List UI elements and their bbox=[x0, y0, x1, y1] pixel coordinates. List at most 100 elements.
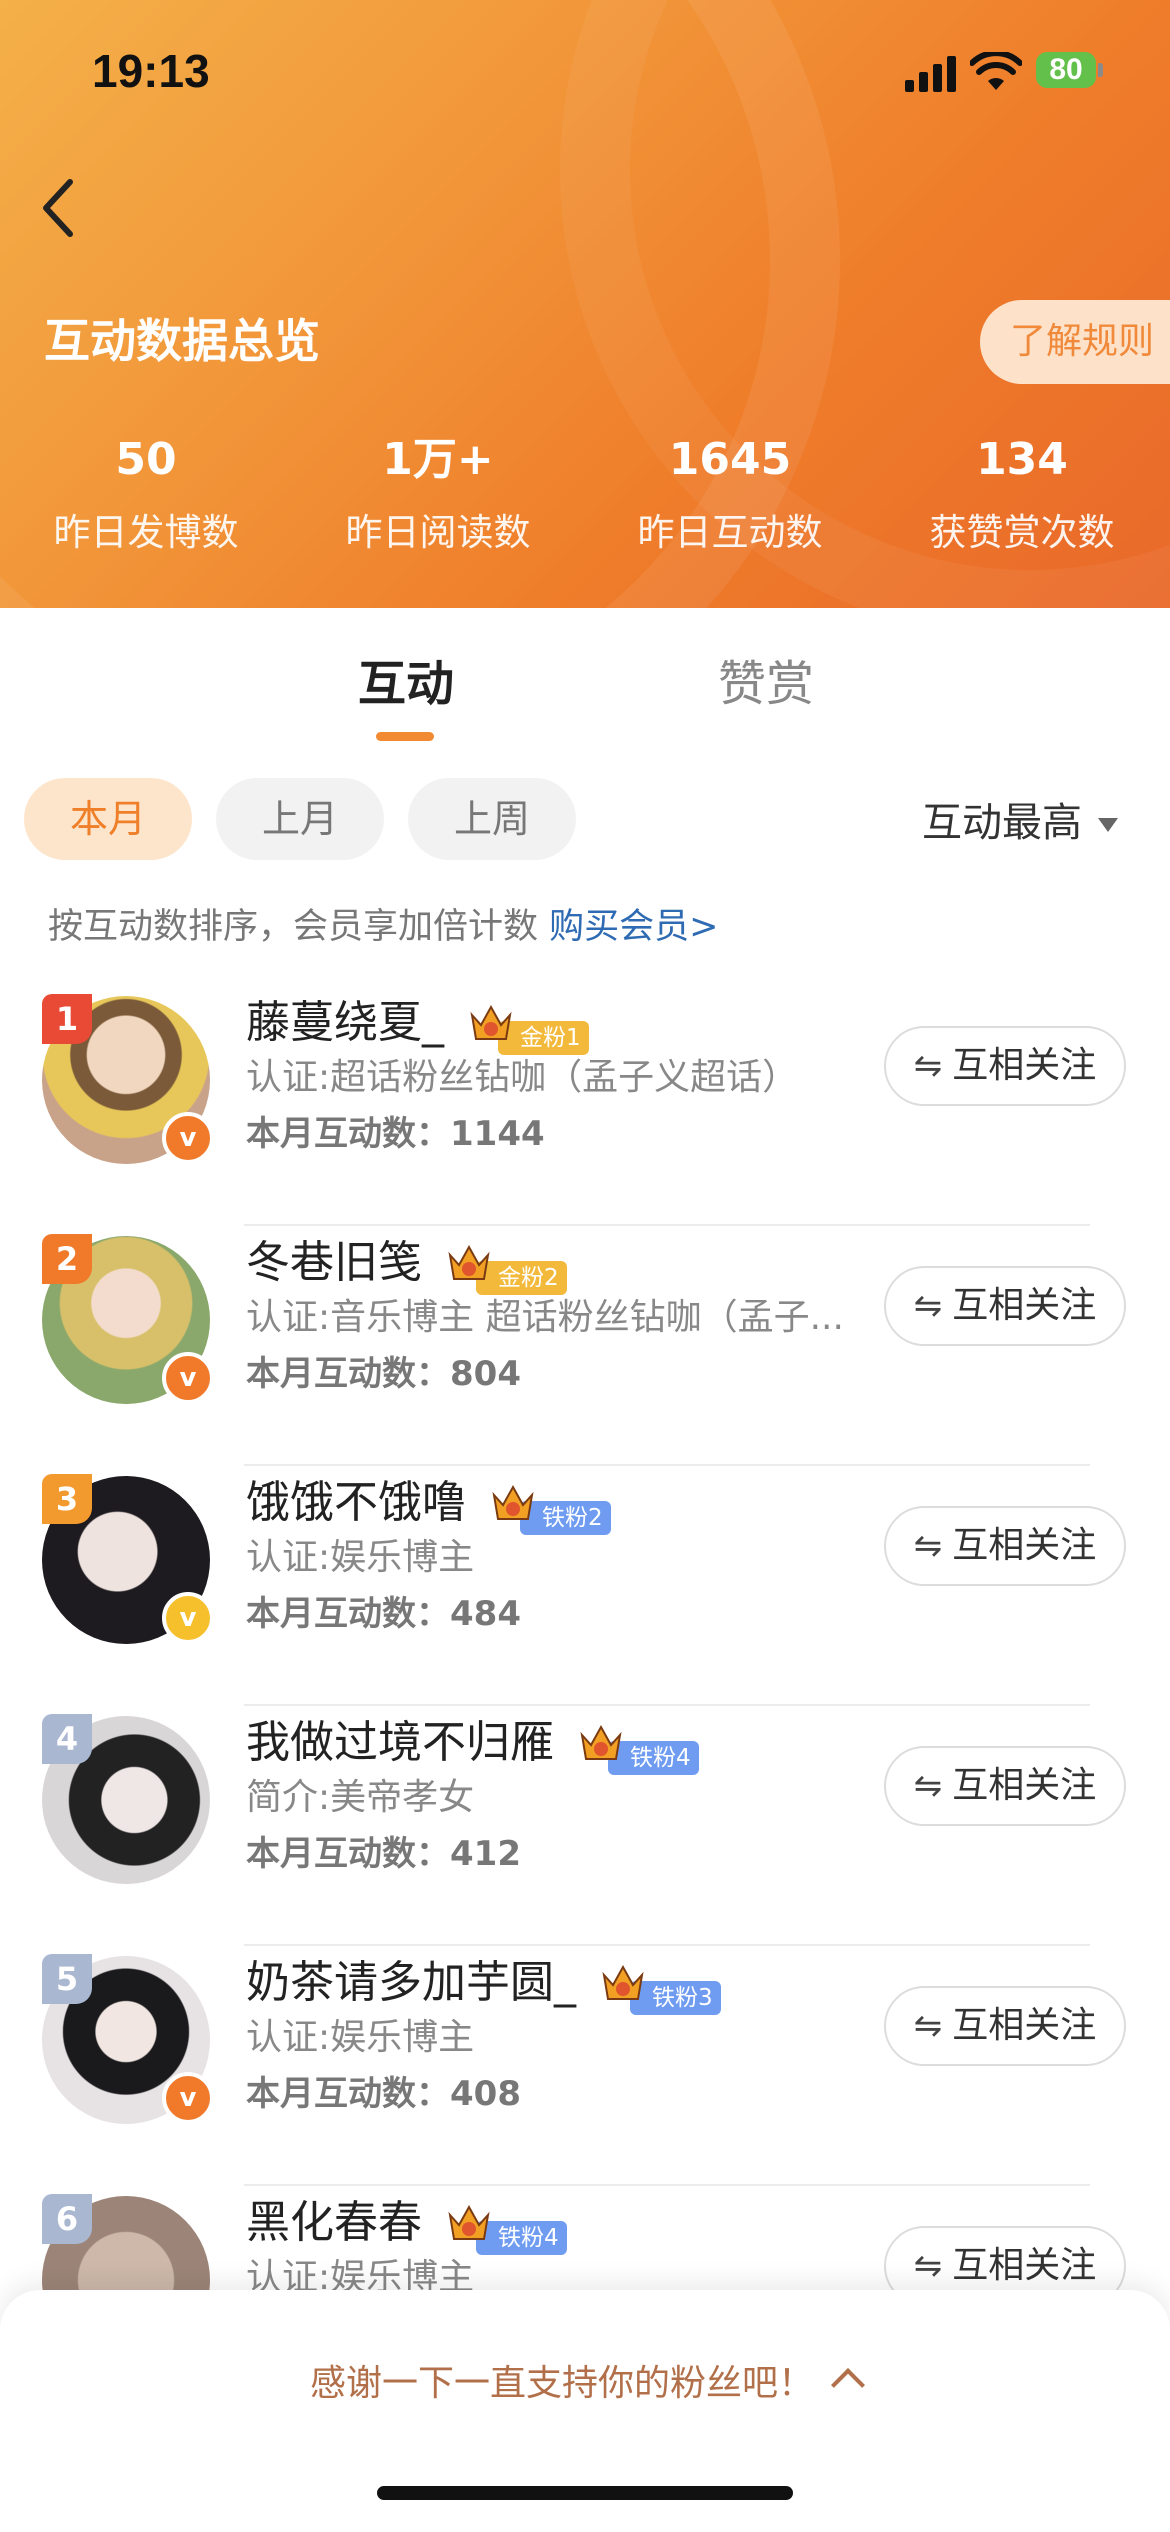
verified-badge-icon: v bbox=[162, 1352, 214, 1404]
mutual-follow-button[interactable]: ⇋ 互相关注 bbox=[884, 1026, 1126, 1106]
fan-name[interactable]: 饿饿不饿噜 bbox=[246, 1477, 466, 1528]
fan-level-badge: 金粉1 bbox=[468, 1004, 589, 1055]
back-arrow-icon[interactable] bbox=[30, 168, 90, 244]
status-time: 19:13 bbox=[92, 45, 210, 97]
fan-name-line: 藤蔓绕夏_ 金粉1 bbox=[246, 986, 589, 1055]
mutual-follow-button[interactable]: ⇋ 互相关注 bbox=[884, 1746, 1126, 1826]
swap-arrows-icon: ⇋ bbox=[913, 1766, 943, 1806]
swap-arrows-icon: ⇋ bbox=[913, 1526, 943, 1566]
fan-name[interactable]: 我做过境不归雁 bbox=[246, 1717, 554, 1768]
fan-name-line: 我做过境不归雁 铁粉4 bbox=[246, 1706, 699, 1775]
rank-badge: 5 bbox=[42, 1954, 92, 2004]
stat-posts: 50 昨日发博数 bbox=[0, 430, 292, 556]
filter-last-week[interactable]: 上周 bbox=[408, 778, 576, 860]
follow-label: 互相关注 bbox=[952, 1045, 1097, 1086]
verified-badge-icon: v bbox=[162, 1592, 214, 1644]
header-banner: 19:13 80 互动数据总览 了解规则 50 昨日发博数 1万+ 昨日阅读数 … bbox=[0, 0, 1170, 608]
fan-name-line: 冬巷旧笺 金粉2 bbox=[246, 1226, 567, 1295]
rank-badge: 2 bbox=[42, 1234, 92, 1284]
stat-label: 昨日互动数 bbox=[637, 511, 823, 554]
hint-text: 按互动数排序，会员享加倍计数 bbox=[48, 907, 550, 947]
verified-badge-icon: v bbox=[162, 1112, 214, 1164]
fan-level-badge: 金粉2 bbox=[446, 1244, 567, 1295]
fan-description: 认证:音乐博主 超话粉丝钻咖（孟子... bbox=[246, 1297, 844, 1338]
thank-fans-prompt[interactable]: 感谢一下一直支持你的粉丝吧！ bbox=[0, 2354, 1170, 2406]
cellular-signal-icon bbox=[905, 56, 957, 92]
fan-row[interactable]: 4 我做过境不归雁 铁粉4 简介:美帝孝女 本月互动数：412 ⇋ 互相关注 bbox=[0, 1706, 1170, 1946]
swap-arrows-icon: ⇋ bbox=[913, 2006, 943, 2046]
stat-value: 134 bbox=[976, 434, 1068, 485]
caret-down-icon bbox=[1098, 818, 1118, 832]
filter-this-month[interactable]: 本月 bbox=[24, 778, 192, 860]
fan-interaction-count: 本月互动数：412 bbox=[246, 1834, 521, 1874]
stat-interactions: 1645 昨日互动数 bbox=[584, 430, 876, 556]
fan-name[interactable]: 奶茶请多加芋圆_ bbox=[246, 1957, 576, 2008]
tab-indicator bbox=[376, 732, 434, 741]
rank-badge: 4 bbox=[42, 1714, 92, 1764]
fan-description: 认证:娱乐博主 bbox=[246, 2017, 475, 2058]
rules-button[interactable]: 了解规则 bbox=[980, 300, 1170, 384]
mutual-follow-button[interactable]: ⇋ 互相关注 bbox=[884, 1986, 1126, 2066]
crown-icon bbox=[580, 1724, 622, 1760]
status-bar: 19:13 80 bbox=[0, 0, 1170, 150]
fan-level-badge: 铁粉3 bbox=[600, 1964, 721, 2015]
tab-rewards[interactable]: 赞赏 bbox=[718, 644, 814, 714]
fan-interaction-count: 本月互动数：804 bbox=[246, 1354, 521, 1394]
rank-badge: 6 bbox=[42, 2194, 92, 2244]
filter-last-month[interactable]: 上月 bbox=[216, 778, 384, 860]
mutual-follow-button[interactable]: ⇋ 互相关注 bbox=[884, 1266, 1126, 1346]
crown-icon bbox=[448, 2204, 490, 2240]
stat-label: 昨日阅读数 bbox=[345, 511, 531, 554]
stat-label: 获赞赏次数 bbox=[929, 511, 1115, 554]
follow-label: 互相关注 bbox=[952, 1285, 1097, 1326]
fan-name-line: 奶茶请多加芋圆_ 铁粉3 bbox=[246, 1946, 721, 2015]
thank-fans-text: 感谢一下一直支持你的粉丝吧！ bbox=[309, 2363, 814, 2404]
stat-label: 昨日发博数 bbox=[53, 511, 239, 554]
mutual-follow-button[interactable]: ⇋ 互相关注 bbox=[884, 1506, 1126, 1586]
chevron-up-icon bbox=[831, 2368, 865, 2402]
follow-label: 互相关注 bbox=[952, 1765, 1097, 1806]
sort-dropdown[interactable]: 互动最高 bbox=[922, 790, 1118, 848]
fan-name[interactable]: 黑化春春 bbox=[246, 2197, 422, 2248]
crown-icon bbox=[492, 1484, 534, 1520]
fan-name[interactable]: 藤蔓绕夏_ bbox=[246, 997, 444, 1048]
tab-bar: 互动 赞赏 bbox=[0, 608, 1170, 748]
stat-value: 50 bbox=[115, 434, 177, 485]
stat-reads: 1万+ 昨日阅读数 bbox=[292, 430, 584, 556]
fan-name-line: 黑化春春 铁粉4 bbox=[246, 2186, 567, 2255]
fan-interaction-count: 本月互动数：1144 bbox=[246, 1114, 545, 1154]
fan-description: 认证:超话粉丝钻咖（孟子义超话） bbox=[246, 1057, 799, 1098]
tab-interaction[interactable]: 互动 bbox=[358, 644, 454, 714]
fan-row[interactable]: 2 v 冬巷旧笺 金粉2 认证:音乐博主 超话粉丝钻咖（孟子... 本月互动数：… bbox=[0, 1226, 1170, 1466]
battery-icon: 80 bbox=[1036, 52, 1103, 88]
follow-label: 互相关注 bbox=[952, 2245, 1097, 2286]
swap-arrows-icon: ⇋ bbox=[913, 2246, 943, 2286]
ranking-hint: 按互动数排序，会员享加倍计数 购买会员> bbox=[48, 898, 718, 949]
swap-arrows-icon: ⇋ bbox=[913, 1046, 943, 1086]
buy-membership-link[interactable]: 购买会员> bbox=[549, 907, 718, 947]
home-indicator bbox=[377, 2486, 793, 2500]
fan-row[interactable]: 3 v 饿饿不饿噜 铁粉2 认证:娱乐博主 本月互动数：484 ⇋ 互相关注 bbox=[0, 1466, 1170, 1706]
follow-label: 互相关注 bbox=[952, 1525, 1097, 1566]
swap-arrows-icon: ⇋ bbox=[913, 1286, 943, 1326]
fan-description: 简介:美帝孝女 bbox=[246, 1777, 475, 1818]
crown-icon bbox=[448, 1244, 490, 1280]
wifi-icon bbox=[970, 52, 1022, 90]
fan-level-badge: 铁粉2 bbox=[490, 1484, 611, 1535]
fan-name[interactable]: 冬巷旧笺 bbox=[246, 1237, 422, 1288]
crown-icon bbox=[470, 1004, 512, 1040]
fan-row[interactable]: 1 v 藤蔓绕夏_ 金粉1 认证:超话粉丝钻咖（孟子义超话） 本月互动数：114… bbox=[0, 986, 1170, 1226]
crown-icon bbox=[602, 1964, 644, 2000]
stat-value: 1645 bbox=[668, 434, 792, 485]
verified-badge-icon: v bbox=[162, 2072, 214, 2124]
fan-level-badge: 铁粉4 bbox=[578, 1724, 699, 1775]
follow-label: 互相关注 bbox=[952, 2005, 1097, 2046]
fan-row[interactable]: 5 v 奶茶请多加芋圆_ 铁粉3 认证:娱乐博主 本月互动数：408 ⇋ 互相关注 bbox=[0, 1946, 1170, 2186]
sort-label: 互动最高 bbox=[922, 800, 1082, 846]
rank-badge: 3 bbox=[42, 1474, 92, 1524]
stat-rewards: 134 获赞赏次数 bbox=[876, 430, 1168, 556]
fan-description: 认证:娱乐博主 bbox=[246, 1537, 475, 1578]
page-title: 互动数据总览 bbox=[44, 314, 320, 368]
rank-badge: 1 bbox=[42, 994, 92, 1044]
fan-interaction-count: 本月互动数：484 bbox=[246, 1594, 521, 1634]
